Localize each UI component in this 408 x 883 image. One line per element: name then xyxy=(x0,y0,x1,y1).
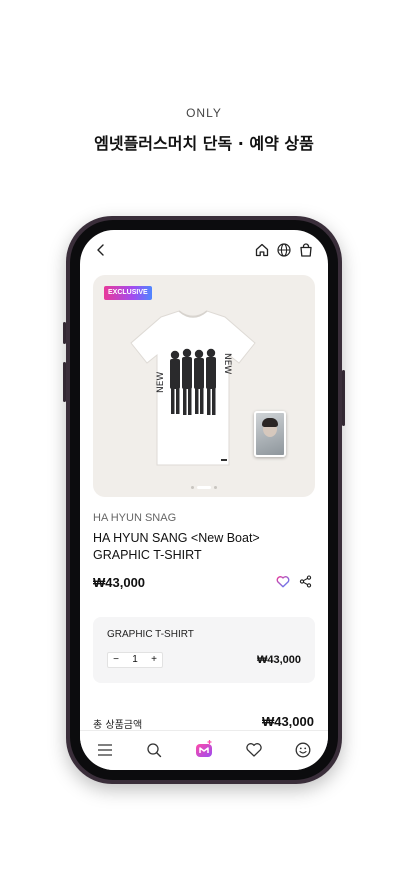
artist-name[interactable]: HA HYUN SNAG xyxy=(93,512,176,524)
option-name: GRAPHIC T-SHIRT xyxy=(107,629,194,640)
bottom-nav xyxy=(80,730,328,770)
product-title: HA HYUN SANG <New Boat> GRAPHIC T-SHIRT xyxy=(93,531,260,562)
bag-icon[interactable] xyxy=(298,242,314,258)
phone-side-button xyxy=(342,370,345,426)
pager-dot-active xyxy=(197,486,211,489)
home-icon[interactable] xyxy=(254,242,270,258)
menu-icon[interactable] xyxy=(96,741,114,759)
product-image-carousel[interactable]: EXCLUSIVE NEW NEW xyxy=(93,275,315,497)
quantity-stepper: − 1 + xyxy=(107,652,163,668)
total-price: ₩43,000 xyxy=(261,714,314,729)
carousel-pager xyxy=(185,486,223,489)
wishlist-heart-icon[interactable] xyxy=(276,575,290,588)
promo-headline: 엠넷플러스머치 단독 · 예약 상품 xyxy=(94,134,314,153)
globe-icon[interactable] xyxy=(276,242,292,258)
share-icon[interactable] xyxy=(299,575,312,588)
promo-eyebrow: ONLY xyxy=(186,106,222,120)
photocard-image xyxy=(254,411,286,457)
phone-screen: EXCLUSIVE NEW NEW HA HYUN SNAG HA HYUN S… xyxy=(80,230,328,770)
increase-quantity-button[interactable]: + xyxy=(146,653,162,667)
tshirt-product-image: NEW NEW xyxy=(130,310,256,466)
product-price: ₩43,000 xyxy=(93,575,146,590)
option-price: ₩43,000 xyxy=(256,654,301,666)
mnet-plus-logo-icon[interactable] xyxy=(194,739,214,759)
pager-dot xyxy=(191,486,194,489)
heart-icon[interactable] xyxy=(245,741,263,759)
svg-text:NEW: NEW xyxy=(156,372,166,393)
back-icon[interactable] xyxy=(94,242,108,258)
smile-icon[interactable] xyxy=(294,741,312,759)
decrease-quantity-button[interactable]: − xyxy=(108,653,124,667)
top-nav xyxy=(80,230,328,270)
search-icon[interactable] xyxy=(145,741,163,759)
svg-text:NEW: NEW xyxy=(222,353,232,374)
selected-option-box: GRAPHIC T-SHIRT − 1 + ₩43,000 xyxy=(93,617,315,683)
pager-dot xyxy=(214,486,217,489)
quantity-value[interactable]: 1 xyxy=(124,653,146,667)
exclusive-badge: EXCLUSIVE xyxy=(104,286,152,300)
total-price-label: 총 상품금액 xyxy=(93,720,143,731)
